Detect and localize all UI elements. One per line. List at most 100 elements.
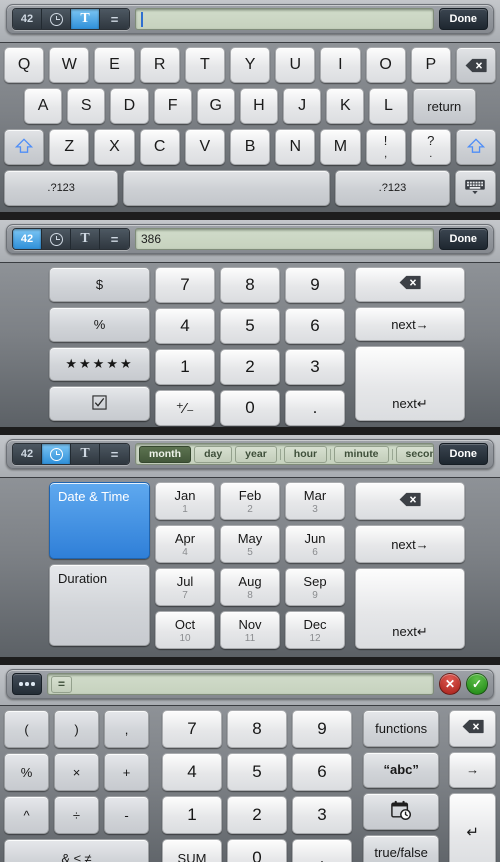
digit-key-3[interactable]: 3 [292,796,352,834]
key-l[interactable]: L [369,88,408,124]
digit-key-8[interactable]: 8 [227,710,287,748]
month-key-may[interactable]: May 5 [220,525,280,563]
done-button[interactable]: Done [438,443,488,465]
segment-number[interactable]: 42 [13,444,42,464]
format-segmented-control[interactable]: 42 T = [12,228,130,250]
date-time-mode-key[interactable]: Date & Time [49,482,150,559]
key-s[interactable]: S [67,88,106,124]
token-month[interactable]: month [139,445,192,463]
duration-mode-key[interactable]: Duration [49,564,150,646]
token-second[interactable]: second [395,445,433,463]
month-key-nov[interactable]: Nov 11 [220,611,280,649]
operator-key-comma[interactable]: , [104,710,149,748]
digit-key-9[interactable]: 9 [285,267,345,303]
month-key-feb[interactable]: Feb 2 [220,482,280,520]
digit-key-4[interactable]: 4 [155,308,215,344]
month-key-dec[interactable]: Dec 12 [285,611,345,649]
key-g[interactable]: G [196,88,235,124]
true-false-key[interactable]: true/false [363,834,440,862]
decimal-point-key[interactable]: . [285,390,345,426]
key-f[interactable]: F [153,88,192,124]
month-key-jul[interactable]: Jul 7 [155,568,215,606]
checkbox-format-key[interactable] [49,386,150,421]
return-key[interactable]: ↵ [449,793,496,862]
segment-text[interactable]: T [71,229,100,249]
key-a[interactable]: A [24,88,63,124]
space-key[interactable] [123,170,331,206]
digit-key-6[interactable]: 6 [292,753,352,791]
month-key-jan[interactable]: Jan 1 [155,482,215,520]
next-right-key[interactable]: → [449,751,496,789]
key-r[interactable]: R [139,47,180,83]
key-y[interactable]: Y [229,47,271,83]
done-button[interactable]: Done [438,228,488,250]
operator-key-plus[interactable]: + [104,753,149,791]
numeric-switch-right-key[interactable]: .?123 [335,170,450,206]
key-n[interactable]: N [275,129,316,165]
cancel-formula-button[interactable]: ✕ [439,673,461,695]
key-question-period[interactable]: ? . [410,129,451,165]
month-key-mar[interactable]: Mar 3 [285,482,345,520]
segment-number[interactable]: 42 [13,9,42,29]
segment-formula[interactable]: = [100,444,129,464]
next-right-key[interactable]: next→ [355,525,465,563]
key-i[interactable]: I [320,47,361,83]
sign-toggle-key[interactable]: ⁺⁄₋ [155,390,215,426]
token-year[interactable]: year [235,445,277,463]
digit-key-0[interactable]: 0 [220,390,280,426]
next-right-key[interactable]: next→ [355,306,465,342]
digit-key-0[interactable]: 0 [227,839,287,862]
key-z[interactable]: Z [49,129,90,165]
segment-text[interactable]: T [71,9,100,29]
key-v[interactable]: V [184,129,225,165]
operator-key-percent[interactable]: % [4,753,49,791]
shift-left-key[interactable] [4,129,45,165]
key-m[interactable]: M [320,129,361,165]
hide-keyboard-key[interactable] [454,170,496,206]
key-x[interactable]: X [94,129,135,165]
segment-number[interactable]: 42 [13,229,42,249]
comparison-operators-key[interactable]: & ≤ ≠ [4,839,149,862]
sum-key[interactable]: SUM [162,839,222,862]
digit-key-4[interactable]: 4 [162,753,222,791]
digit-key-5[interactable]: 5 [220,308,280,344]
operator-key-divide[interactable]: ÷ [54,796,99,834]
segment-formula[interactable]: = [100,9,129,29]
month-key-apr[interactable]: Apr 4 [155,525,215,563]
date-time-key[interactable] [363,793,440,830]
more-options-button[interactable] [12,673,42,695]
percent-format-key[interactable]: % [49,306,150,342]
key-b[interactable]: B [229,129,271,165]
key-j[interactable]: J [283,88,322,124]
cell-text-input[interactable] [135,8,434,30]
return-key[interactable]: return [412,88,477,124]
month-key-aug[interactable]: Aug 8 [220,568,280,606]
digit-key-1[interactable]: 1 [162,796,222,834]
key-w[interactable]: W [49,47,90,83]
token-hour[interactable]: hour [283,445,328,463]
segment-text[interactable]: T [71,444,100,464]
token-equals[interactable]: = [51,675,73,693]
format-segmented-control[interactable]: 42 T = [12,443,130,465]
digit-key-8[interactable]: 8 [220,267,280,303]
backspace-key[interactable] [449,710,496,747]
accept-formula-button[interactable]: ✓ [466,673,488,695]
backspace-key[interactable] [455,47,497,83]
next-return-key[interactable]: next↵ [355,346,465,421]
text-literal-key[interactable]: “abc” [363,751,440,788]
backspace-key[interactable] [355,482,465,520]
key-h[interactable]: H [239,88,279,124]
key-p[interactable]: P [410,47,451,83]
segment-datetime[interactable] [42,9,71,29]
key-u[interactable]: U [275,47,316,83]
operator-key-open-paren[interactable]: ( [4,710,49,748]
formula-input[interactable]: = [47,673,434,695]
digit-key-5[interactable]: 5 [227,753,287,791]
digit-key-2[interactable]: 2 [220,349,280,385]
currency-format-key[interactable]: $ [49,267,150,302]
key-exclaim-comma[interactable]: ! , [365,129,406,165]
digit-key-3[interactable]: 3 [285,349,345,385]
cell-datetime-input[interactable]: month day year hour minute second AM [135,443,434,465]
cell-number-input[interactable]: 386 [135,228,434,250]
digit-key-9[interactable]: 9 [292,710,352,748]
